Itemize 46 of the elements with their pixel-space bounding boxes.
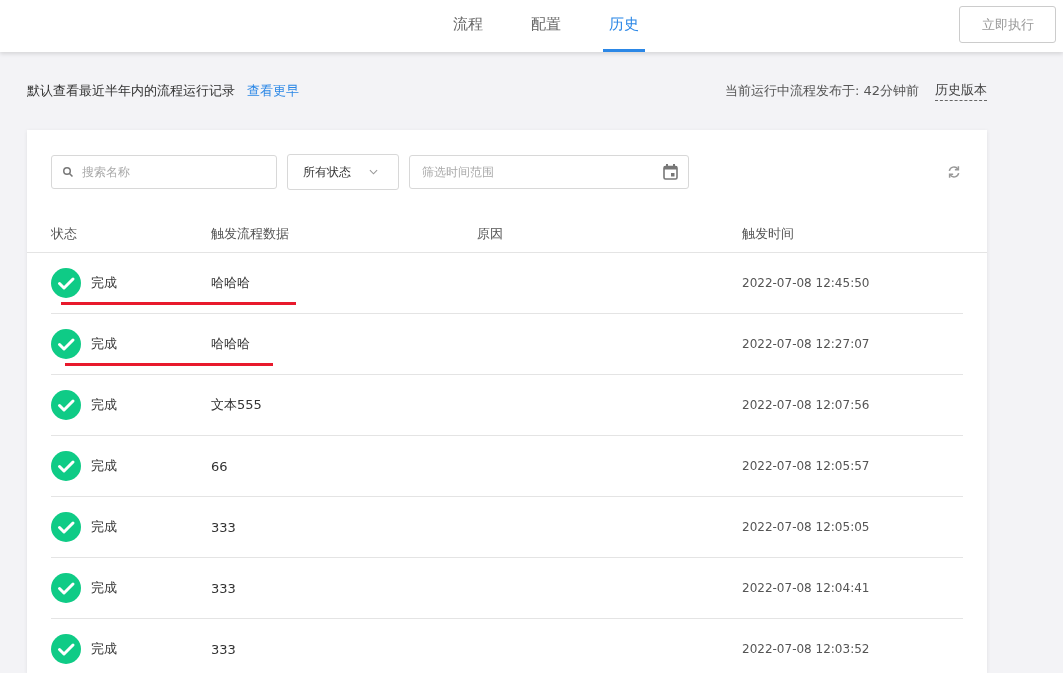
search-icon: [62, 166, 74, 178]
time-cell-text: 2022-07-08 12:03:52: [742, 642, 871, 656]
status-text: 完成: [91, 518, 117, 536]
check-circle-icon: [51, 451, 81, 481]
table-cell-text: 66: [211, 458, 229, 474]
check-circle-icon: [51, 634, 81, 664]
check-circle-icon: [51, 268, 81, 298]
status-text: 完成: [91, 396, 117, 414]
table-cell-text: 333: [211, 580, 237, 596]
date-range-box[interactable]: 筛选时间范围: [409, 155, 689, 189]
status-text: 完成: [91, 457, 117, 475]
view-earlier-link[interactable]: 查看更早: [247, 82, 299, 100]
table-cell-text: 文本555: [211, 396, 263, 414]
calendar-icon: [663, 164, 678, 180]
check-circle-icon: [51, 573, 81, 603]
tab[interactable]: 历史: [602, 0, 645, 52]
check-circle-icon: [51, 329, 81, 359]
check-circle-icon: [51, 390, 81, 420]
table-cell-text: 333: [211, 641, 237, 657]
check-circle-icon: [51, 512, 81, 542]
chevron-down-icon: [369, 169, 378, 175]
column-header: 触发流程数据: [211, 225, 290, 243]
column-header: 触发时间: [742, 225, 795, 243]
tab[interactable]: 流程: [446, 0, 489, 52]
table-cell-text: 哈哈哈: [211, 274, 251, 292]
history-versions-link[interactable]: 历史版本: [935, 81, 987, 101]
time-cell-text: 2022-07-08 12:05:05: [742, 520, 871, 534]
refresh-icon[interactable]: [947, 165, 961, 179]
tab[interactable]: 配置: [524, 0, 567, 52]
status-select[interactable]: 所有状态: [287, 154, 399, 190]
status-text: 完成: [91, 640, 117, 658]
search-box[interactable]: 搜索名称: [51, 155, 277, 189]
time-cell-text: 2022-07-08 12:04:41: [742, 581, 871, 595]
table-cell-text: 哈哈哈: [211, 335, 251, 353]
time-cell-text: 2022-07-08 12:45:50: [742, 276, 871, 290]
time-cell-text: 2022-07-08 12:27:07: [742, 337, 871, 351]
table-cell-text: 333: [211, 519, 237, 535]
published-text: 当前运行中流程发布于: 42分钟前: [724, 82, 919, 100]
status-text: 完成: [91, 274, 117, 292]
time-cell-text: 2022-07-08 12:07:56: [742, 398, 871, 412]
column-header: 状态: [51, 225, 78, 243]
time-cell-text: 2022-07-08 12:05:57: [742, 459, 871, 473]
info-text: 默认查看最近半年内的流程运行记录: [27, 82, 235, 100]
column-header: 原因: [477, 225, 504, 243]
status-text: 完成: [91, 335, 117, 353]
status-text: 完成: [91, 579, 117, 597]
